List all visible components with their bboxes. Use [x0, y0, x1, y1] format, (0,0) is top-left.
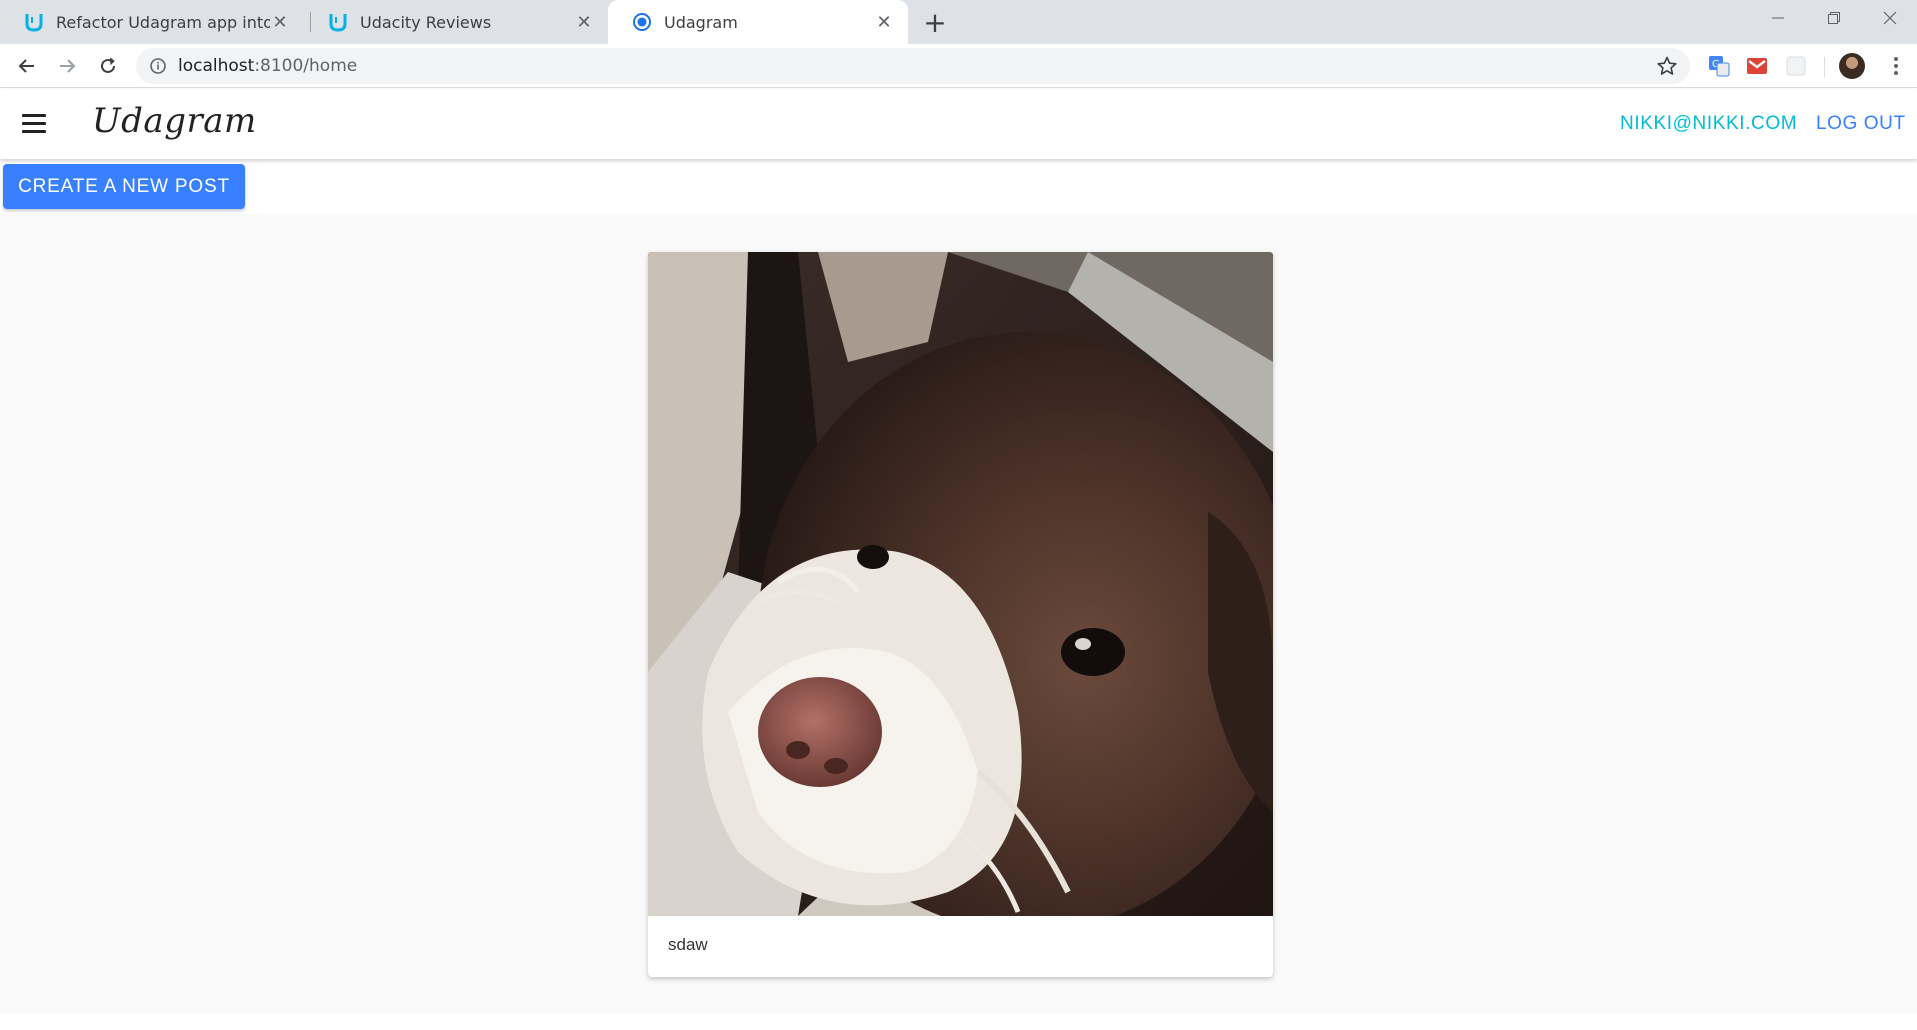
address-bar[interactable]: localhost:8100/home [136, 48, 1690, 84]
gmail-extension-icon[interactable] [1745, 54, 1769, 78]
browser-tab-strip: Refactor Udagram app into Micr ✕ Udacity… [0, 0, 1917, 44]
site-info-icon[interactable] [148, 56, 168, 76]
logout-button[interactable]: LOG OUT [1816, 113, 1906, 135]
tab-udagram[interactable]: Udagram ✕ [608, 0, 908, 44]
close-tab-icon[interactable]: ✕ [574, 12, 594, 33]
minimize-window-icon[interactable] [1750, 0, 1806, 36]
app-brand-logo: Udagram [92, 101, 257, 141]
address-url: localhost:8100/home [178, 56, 358, 76]
user-email-link[interactable]: NIKKI@NIKKI.COM [1620, 113, 1797, 135]
bookmark-star-icon[interactable] [1656, 55, 1678, 77]
new-tab-button[interactable]: + [918, 6, 952, 39]
feed-post-card: sdaw [648, 252, 1273, 977]
app-header: Udagram NIKKI@NIKKI.COM LOG OUT [0, 89, 1917, 159]
forward-arrow-icon[interactable] [53, 52, 81, 80]
blank-extension-icon[interactable] [1784, 54, 1808, 78]
tab-refactor-udagram[interactable]: Refactor Udagram app into Micr ✕ [0, 0, 304, 44]
post-image [648, 252, 1273, 916]
create-new-post-button[interactable]: CREATE A NEW POST [3, 164, 245, 209]
udacity-logo-icon [328, 12, 348, 32]
close-tab-icon[interactable]: ✕ [270, 12, 290, 33]
close-window-icon[interactable] [1862, 0, 1917, 36]
menu-hamburger-icon[interactable] [22, 110, 48, 136]
post-caption: sdaw [668, 935, 708, 954]
restore-window-icon[interactable] [1806, 0, 1862, 36]
translate-extension-icon[interactable]: G [1707, 54, 1731, 78]
dog-photo-illustration [648, 252, 1273, 916]
globe-loading-icon [632, 12, 652, 32]
browser-toolbar: localhost:8100/home G [0, 44, 1917, 88]
close-tab-icon[interactable]: ✕ [874, 12, 894, 33]
post-actions-bar: CREATE A NEW POST [0, 159, 1917, 214]
profile-avatar[interactable] [1839, 53, 1865, 79]
back-arrow-icon[interactable] [13, 52, 41, 80]
toolbar-divider [1824, 57, 1825, 77]
tab-udacity-reviews[interactable]: Udacity Reviews ✕ [304, 0, 608, 44]
browser-menu-icon[interactable] [1884, 53, 1908, 79]
udacity-logo-icon [24, 12, 44, 32]
feed-content: sdaw [0, 214, 1917, 1014]
reload-icon[interactable] [94, 52, 122, 80]
